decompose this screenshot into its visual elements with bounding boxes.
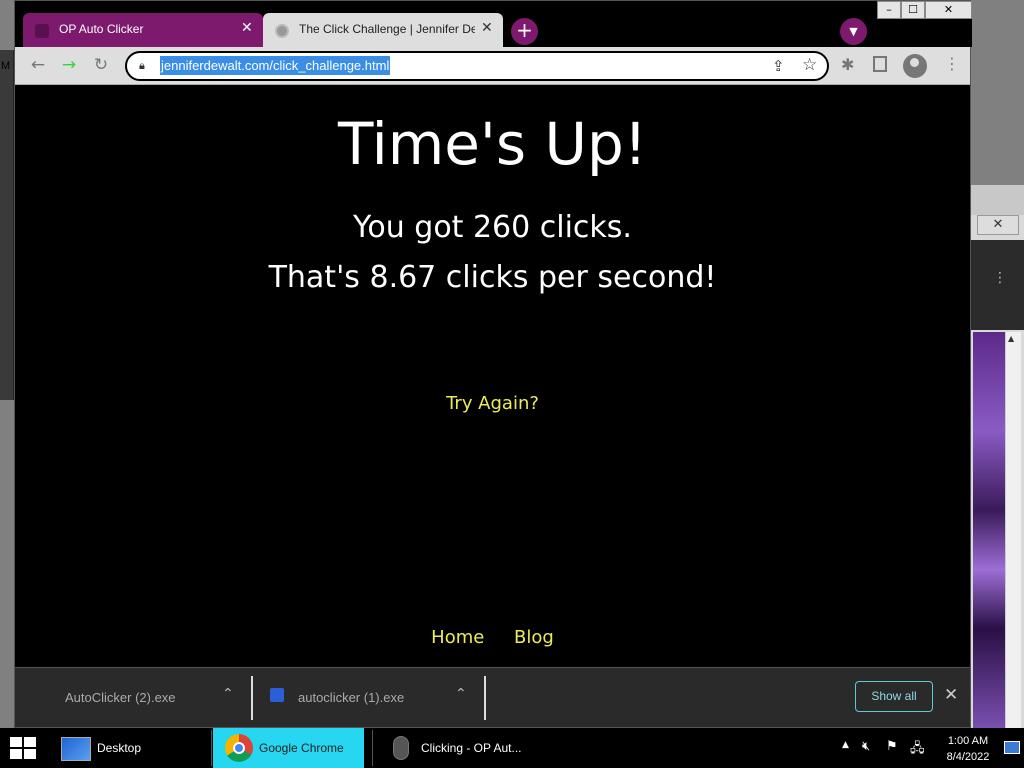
divider [484, 676, 486, 720]
chevron-up-icon[interactable]: ⌃ [455, 686, 467, 702]
footer-nav: Home Blog [15, 627, 970, 648]
blog-link[interactable]: Blog [514, 627, 554, 648]
close-tab-icon[interactable]: ✕ [241, 20, 253, 36]
chevron-up-icon[interactable]: ⌃ [222, 686, 234, 702]
side-panel-icon[interactable] [873, 56, 887, 72]
download-item-name[interactable]: autoclicker (1).exe [298, 690, 404, 705]
background-window-close-button[interactable]: ✕ [977, 215, 1019, 235]
browser-window: OP Auto Clicker ✕ The Click Challenge | … [14, 0, 972, 728]
autoclicker-app-icon [270, 688, 284, 702]
tab-click-challenge[interactable]: The Click Challenge | Jennifer De ✕ [263, 13, 503, 48]
back-arrow-icon[interactable]: ← [27, 55, 49, 77]
action-center-flag-icon[interactable]: ⚑ [886, 739, 902, 755]
windows-start-icon[interactable] [10, 737, 38, 761]
extensions-puzzle-icon[interactable]: ✱ [841, 55, 854, 74]
page-content: Time's Up! You got 260 clicks. That's 8.… [15, 85, 970, 667]
tab-op-auto-clicker[interactable]: OP Auto Clicker ✕ [23, 13, 263, 48]
download-bar: AutoClicker (2).exe ⌃ autoclicker (1).ex… [15, 667, 970, 727]
chrome-icon [225, 734, 253, 762]
download-item-name[interactable]: AutoClicker (2).exe [65, 690, 176, 705]
address-bar[interactable]: 🔒︎ jenniferdewalt.com/click_challenge.ht… [125, 51, 829, 81]
tab-title: OP Auto Clicker [59, 22, 144, 36]
maximize-button[interactable]: ☐ [901, 1, 925, 19]
clicks-per-second-text: That's 8.67 clicks per second! [268, 260, 717, 295]
network-icon[interactable]: 🖧︎ [910, 739, 926, 756]
show-all-downloads-button[interactable]: Show all [855, 681, 933, 712]
profile-avatar-icon[interactable] [903, 54, 927, 78]
browser-menu-icon[interactable]: ⋮ [944, 54, 960, 73]
scroll-up-arrow-icon[interactable]: ▲ [1008, 334, 1014, 343]
window-controls: – ☐ ✕ [877, 1, 972, 19]
favicon-icon [35, 24, 49, 38]
minimize-button[interactable]: – [877, 1, 901, 19]
taskbar-item-desktop[interactable]: Desktop [56, 730, 211, 766]
background-window-right-titlebar [971, 185, 1024, 215]
background-window-scrollbar[interactable] [1005, 332, 1021, 728]
browser-toolbar: ← → ↻ 🔒︎ jenniferdewalt.com/click_challe… [15, 47, 970, 85]
taskbar: Desktop Google Chrome Clicking - OP Aut.… [0, 728, 1024, 768]
divider [211, 730, 212, 766]
divider [251, 676, 253, 720]
taskbar-item-label: Desktop [97, 741, 142, 755]
close-window-button[interactable]: ✕ [925, 1, 972, 19]
tab-strip: OP Auto Clicker ✕ The Click Challenge | … [15, 1, 972, 48]
desktop-icon [61, 737, 91, 761]
reload-icon[interactable]: ↻ [90, 55, 112, 77]
forward-arrow-icon[interactable]: → [58, 55, 80, 77]
taskbar-item-chrome[interactable]: Google Chrome [213, 728, 364, 768]
globe-icon [275, 24, 289, 38]
background-window-left-letter: M [1, 60, 11, 72]
close-tab-icon[interactable]: ✕ [481, 20, 493, 36]
try-again-link[interactable]: Try Again? [15, 393, 970, 414]
tab-title: The Click Challenge | Jennifer De [299, 22, 475, 36]
tray-overflow-chevron-icon[interactable]: ▲ [842, 740, 849, 750]
taskbar-item-label: Google Chrome [259, 741, 344, 755]
home-link[interactable]: Home [431, 627, 484, 648]
background-window-image [973, 332, 1005, 728]
volume-muted-icon[interactable]: 🔇︎ [862, 739, 878, 755]
taskbar-item-label: Clicking - OP Aut... [421, 741, 522, 755]
url-text[interactable]: jenniferdewalt.com/click_challenge.html [160, 56, 391, 75]
page-title: Time's Up! [337, 110, 648, 178]
background-window-menu-icon[interactable]: ⋮ [993, 270, 1007, 286]
show-desktop-icon[interactable] [1004, 741, 1020, 754]
new-tab-button[interactable]: + [511, 18, 538, 45]
click-count-text: You got 260 clicks. [353, 210, 632, 245]
clock-date: 8/4/2022 [946, 751, 990, 763]
mouse-icon [393, 736, 409, 760]
close-download-bar-icon[interactable]: ✕ [944, 685, 958, 705]
divider [372, 730, 373, 766]
tab-search-button[interactable]: ▼ [840, 18, 867, 45]
share-icon[interactable]: ⇪ [772, 57, 785, 75]
taskbar-item-op-auto-clicker[interactable]: Clicking - OP Aut... [376, 728, 534, 768]
clock-time: 1:00 AM [947, 735, 989, 747]
system-clock[interactable]: 1:00 AM 8/4/2022 [938, 733, 998, 765]
lock-icon[interactable]: 🔒︎ [139, 59, 145, 73]
bookmark-star-icon[interactable]: ☆ [802, 55, 817, 75]
background-window-left [0, 50, 14, 400]
